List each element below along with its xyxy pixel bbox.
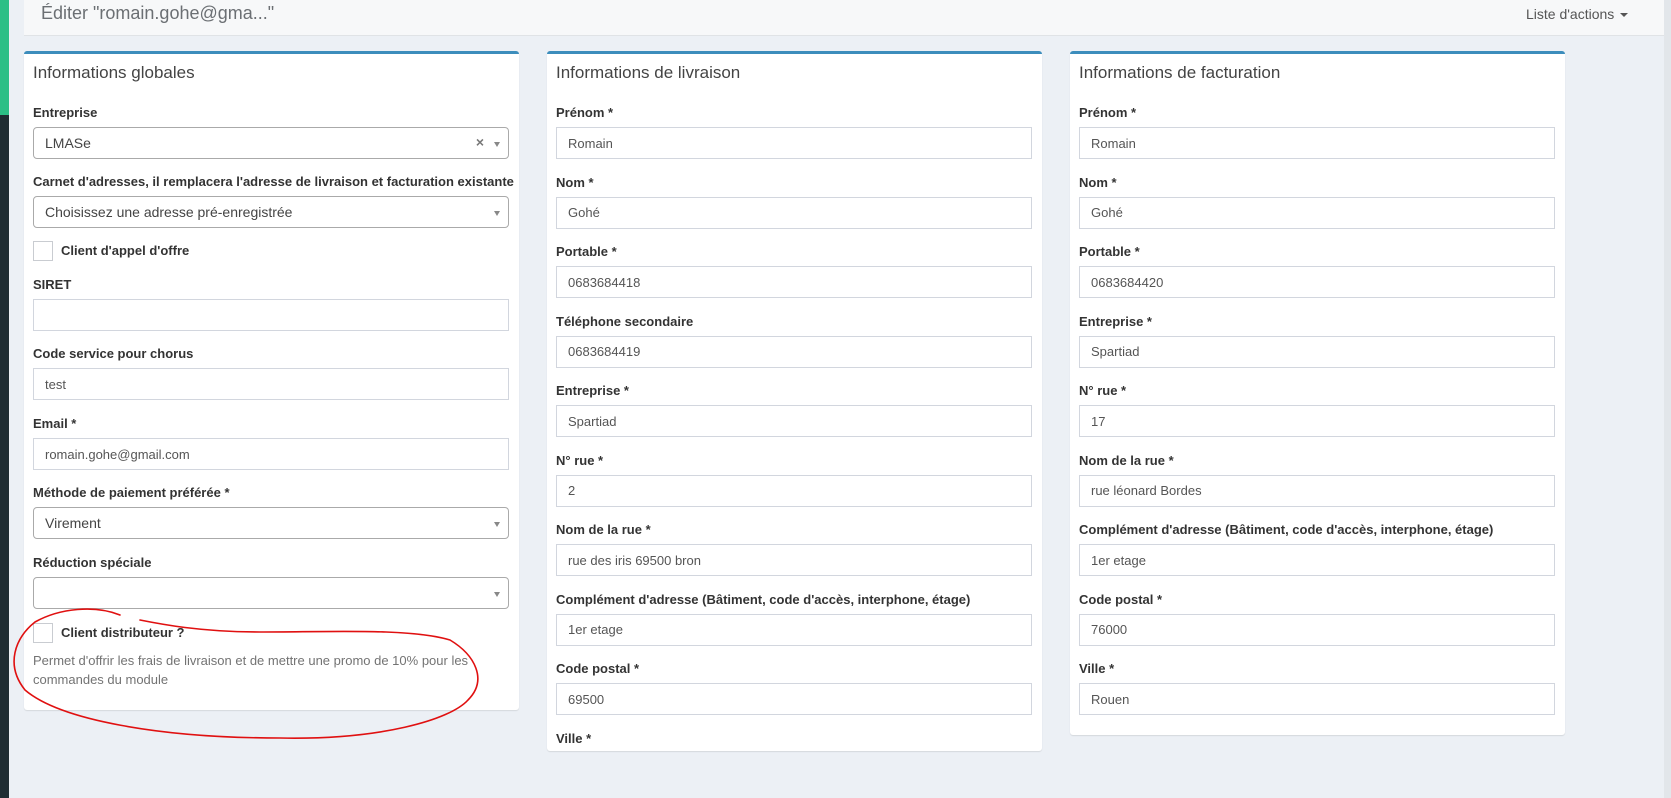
chevron-down-icon — [494, 142, 500, 147]
distributeur-checkbox[interactable] — [33, 623, 53, 643]
field-label: Prénom * — [556, 105, 614, 120]
chorus-label: Code service pour chorus — [33, 346, 194, 361]
box-title: Informations globales — [33, 63, 195, 82]
field-input[interactable] — [556, 196, 1032, 229]
page-title: Éditer "romain.gohe@gma..." — [41, 3, 275, 23]
field-label: Nom de la rue * — [556, 522, 651, 537]
reduction-label: Réduction spéciale — [33, 555, 152, 570]
paiement-label: Méthode de paiement préférée * — [33, 485, 230, 500]
carnet-select[interactable]: Choisissez une adresse pré-enregistrée — [33, 196, 509, 228]
field-input[interactable] — [556, 474, 1032, 507]
field-label: Entreprise * — [556, 383, 629, 398]
field-label: N° rue * — [556, 452, 604, 468]
field-label: Code postal * — [556, 661, 640, 676]
box-informations-facturation: Informations de facturation Prénom * Nom … — [1070, 51, 1565, 735]
field-input[interactable] — [1079, 266, 1555, 298]
appel-offre-label: Client d'appel d'offre — [61, 243, 190, 258]
field-label: Code postal * — [1079, 591, 1163, 607]
field-input[interactable] — [1079, 196, 1555, 229]
field-label: Prénom * — [1079, 105, 1137, 120]
field-label: Téléphone secondaire — [556, 313, 694, 329]
box-informations-livraison: Informations de livraison Prénom * Nom * P… — [547, 51, 1042, 751]
field-label: Nom * — [556, 174, 594, 190]
field-input[interactable] — [556, 335, 1032, 368]
field-input[interactable] — [556, 127, 1032, 159]
box-title: Informations de livraison — [556, 63, 741, 82]
clear-icon[interactable]: × — [476, 134, 484, 150]
siret-input[interactable] — [33, 299, 509, 331]
content-header: Éditer "romain.gohe@gma..." Liste d'acti… — [24, 0, 1664, 36]
field-label: Ville * — [556, 730, 592, 746]
sidebar — [0, 115, 9, 798]
email-input[interactable] — [33, 438, 509, 470]
distributeur-help-text: Permet d'offrir les frais de livraison e… — [33, 653, 469, 687]
scrollbar-track[interactable] — [1664, 0, 1671, 798]
email-label: Email * — [33, 416, 77, 431]
field-label: Nom de la rue * — [1079, 452, 1174, 468]
sidebar-accent — [0, 0, 9, 115]
field-label: N° rue * — [1079, 383, 1127, 398]
field-input[interactable] — [556, 405, 1032, 437]
chevron-down-icon — [494, 592, 500, 597]
distributeur-label: Client distributeur ? — [61, 625, 185, 640]
box-informations-globales: Informations globales Entreprise LMASe ×… — [24, 51, 519, 710]
field-input[interactable] — [1079, 683, 1555, 715]
field-label: Entreprise * — [1079, 313, 1152, 329]
carnet-label: Carnet d'adresses, il remplacera l'adres… — [33, 174, 514, 189]
chevron-down-icon — [494, 211, 500, 216]
field-label: Portable * — [556, 244, 617, 259]
field-label: Complément d'adresse (Bâtiment, code d'a… — [1079, 522, 1494, 537]
field-input[interactable] — [1079, 544, 1555, 576]
paiement-select[interactable]: Virement — [33, 507, 509, 539]
caret-down-icon — [1620, 13, 1629, 18]
actions-dropdown[interactable]: Liste d'actions — [1526, 6, 1629, 22]
field-input[interactable] — [1079, 474, 1555, 507]
field-input[interactable] — [1079, 405, 1555, 437]
entreprise-select[interactable]: LMASe × — [33, 127, 509, 159]
field-input[interactable] — [1079, 127, 1555, 159]
field-label: Portable * — [1079, 244, 1140, 259]
actions-dropdown-label: Liste d'actions — [1526, 6, 1615, 22]
field-input[interactable] — [556, 683, 1032, 715]
entreprise-select-value: LMASe — [45, 135, 91, 151]
reduction-select[interactable] — [33, 577, 509, 609]
field-input[interactable] — [1079, 335, 1555, 368]
chevron-down-icon — [494, 522, 500, 527]
field-input[interactable] — [556, 266, 1032, 298]
field-input[interactable] — [556, 613, 1032, 646]
field-label: Nom * — [1079, 174, 1117, 190]
entreprise-label: Entreprise — [33, 105, 98, 120]
chorus-input[interactable] — [33, 368, 509, 400]
field-input[interactable] — [556, 544, 1032, 576]
siret-label: SIRET — [33, 277, 72, 292]
field-input[interactable] — [1079, 613, 1555, 646]
paiement-select-value: Virement — [45, 515, 101, 531]
field-label: Ville * — [1079, 661, 1115, 676]
box-title: Informations de facturation — [1079, 63, 1281, 82]
appel-offre-checkbox[interactable] — [33, 241, 53, 261]
carnet-select-placeholder: Choisissez une adresse pré-enregistrée — [45, 204, 293, 220]
field-label: Complément d'adresse (Bâtiment, code d'a… — [556, 591, 971, 607]
